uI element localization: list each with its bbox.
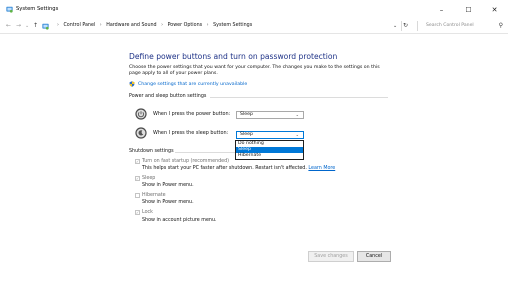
page-title: Define power buttons and turn on passwor… — [129, 52, 338, 61]
shutdown-group-divider — [175, 152, 235, 153]
address-divider-line — [0, 33, 508, 34]
search-icon[interactable]: ⚲ — [499, 22, 503, 29]
breadcrumb-system-settings[interactable]: System Settings — [213, 23, 252, 28]
lock-checkbox-row[interactable]: ✓ Lock — [135, 210, 153, 215]
forward-button[interactable]: → — [16, 22, 21, 29]
hibernate-checkbox[interactable] — [135, 193, 140, 198]
shield-icon — [129, 81, 135, 87]
breadcrumb-separator: › — [99, 23, 102, 28]
hibernate-description: Show in Power menu. — [142, 200, 194, 205]
save-changes-button[interactable]: Save changes — [308, 251, 354, 262]
chevron-down-icon: ⌄ — [295, 132, 299, 137]
shutdown-group-label: Shutdown settings — [129, 149, 174, 154]
power-button-label: When I press the power button: — [153, 111, 231, 117]
sleep-button-select[interactable]: Sleep ⌄ — [236, 131, 304, 139]
change-unavailable-settings-link[interactable]: Change settings that are currently unava… — [129, 81, 247, 87]
back-button[interactable]: ← — [6, 22, 11, 29]
learn-more-link[interactable]: Learn More — [308, 166, 335, 171]
control-panel-icon — [6, 6, 13, 13]
power-button-value: Sleep — [240, 112, 254, 117]
main-content: Define power buttons and turn on passwor… — [129, 52, 389, 87]
power-group-label: Power and sleep button settings — [129, 94, 207, 99]
dropdown-option-hibernate[interactable]: Hibernate — [236, 153, 303, 159]
maximize-button[interactable]: ☐ — [455, 0, 482, 19]
lock-description: Show in account picture menu. — [142, 218, 217, 223]
change-unavailable-settings-text[interactable]: Change settings that are currently unava… — [138, 82, 247, 87]
sleep-button-dropdown-list[interactable]: Do nothing Sleep Hibernate — [235, 140, 304, 160]
minimize-button[interactable]: – — [428, 0, 455, 19]
fast-startup-checkbox[interactable]: ✓ — [135, 159, 140, 164]
sleep-label: Sleep — [142, 176, 156, 181]
sleep-button-setting: When I press the sleep button: — [135, 127, 228, 139]
window-title: System Settings — [16, 6, 59, 12]
control-panel-icon — [42, 23, 49, 30]
address-dropdown-button[interactable]: ⌄ — [393, 23, 397, 29]
fast-startup-desc-text: This helps start your PC faster after sh… — [142, 166, 307, 171]
breadcrumb-hardware-and-sound[interactable]: Hardware and Sound — [106, 23, 156, 28]
sleep-checkbox[interactable]: ✓ — [135, 176, 140, 181]
sleep-checkbox-row[interactable]: ✓ Sleep — [135, 176, 155, 181]
close-button[interactable]: ✕ — [481, 0, 508, 19]
sleep-description: Show in Power menu. — [142, 183, 194, 188]
chevron-down-icon: ⌄ — [295, 112, 299, 117]
breadcrumb-control-panel[interactable]: Control Panel — [63, 23, 95, 28]
sleep-button-value: Sleep — [240, 132, 254, 137]
breadcrumb-separator: › — [206, 23, 209, 28]
breadcrumb: › Control Panel › Hardware and Sound › P… — [54, 23, 252, 28]
lock-label: Lock — [142, 210, 153, 215]
power-button-select[interactable]: Sleep ⌄ — [236, 111, 304, 119]
sleep-button-label: When I press the sleep button: — [153, 130, 229, 136]
address-divider — [401, 21, 402, 31]
fast-startup-checkbox-row[interactable]: ✓ Turn on fast startup (recommended) — [135, 159, 229, 164]
up-button[interactable]: ↑ — [33, 22, 38, 29]
breadcrumb-power-options[interactable]: Power Options — [168, 23, 203, 28]
breadcrumb-separator: › — [161, 23, 164, 28]
cancel-button[interactable]: Cancel — [357, 251, 391, 262]
recent-locations-button[interactable]: ⌄ — [25, 23, 29, 29]
page-description: Choose the power settings that you want … — [129, 65, 380, 76]
sleep-button-icon — [135, 127, 147, 139]
lock-checkbox[interactable]: ✓ — [135, 210, 140, 215]
power-button-setting: When I press the power button: — [135, 108, 230, 120]
refresh-button[interactable]: ↻ — [403, 22, 408, 29]
search-placeholder: Search Control Panel — [426, 23, 474, 28]
search-input[interactable]: Search Control Panel ⚲ — [417, 21, 505, 31]
breadcrumb-separator: › — [57, 23, 59, 28]
hibernate-label: Hibernate — [142, 193, 166, 198]
fast-startup-description: This helps start your PC faster after sh… — [142, 166, 335, 171]
title-bar: System Settings – ☐ ✕ — [0, 0, 508, 19]
address-bar: ← → ⌄ ↑ › Control Panel › Hardware and S… — [0, 19, 508, 33]
hibernate-checkbox-row[interactable]: Hibernate — [135, 193, 166, 198]
power-button-icon — [135, 108, 147, 120]
power-group-divider — [210, 97, 388, 98]
fast-startup-label: Turn on fast startup (recommended) — [142, 159, 230, 164]
